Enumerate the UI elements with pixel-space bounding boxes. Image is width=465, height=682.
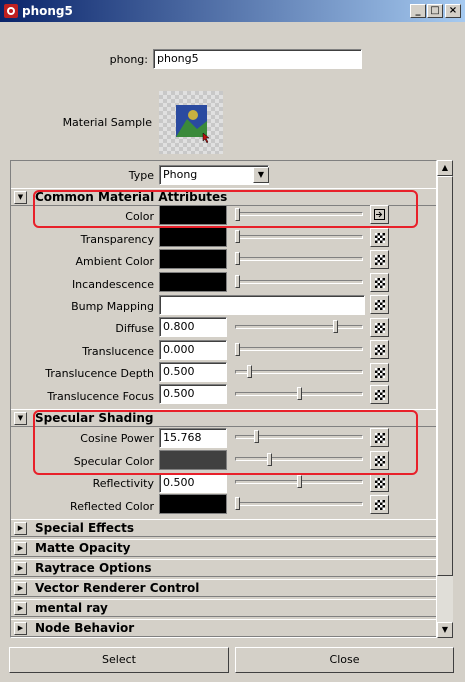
incandescence-slider[interactable]: [235, 280, 363, 284]
collapse-arrow-icon[interactable]: ▼: [14, 191, 27, 204]
scroll-down-icon[interactable]: ▼: [437, 622, 453, 638]
bump-mapping-map-button[interactable]: [370, 295, 389, 314]
incandescence-swatch[interactable]: [159, 272, 227, 292]
translucence-focus-map-button[interactable]: [370, 385, 389, 404]
reflectivity-label: Reflectivity: [92, 477, 154, 490]
checker-map-icon: [375, 278, 385, 288]
reflected-color-swatch[interactable]: [159, 494, 227, 514]
reflected-color-slider-thumb[interactable]: [235, 497, 240, 510]
translucence-depth-map-button[interactable]: [370, 363, 389, 382]
minimize-button[interactable]: _: [410, 4, 426, 18]
expand-arrow-icon[interactable]: ▶: [14, 622, 27, 635]
section-title: Raytrace Options: [35, 561, 152, 575]
reflected-color-map-button[interactable]: [370, 495, 389, 514]
scrollbar-thumb[interactable]: [437, 176, 453, 576]
expand-arrow-icon[interactable]: ▶: [14, 582, 27, 595]
close-button[interactable]: Close: [235, 647, 454, 673]
dropdown-arrow-icon[interactable]: ▼: [253, 167, 269, 183]
diffuse-slider-thumb[interactable]: [333, 320, 338, 333]
incandescence-map-button[interactable]: [370, 273, 389, 292]
checker-map-icon: [375, 500, 385, 510]
checker-map-icon: [375, 345, 385, 355]
section-vector-renderer[interactable]: ▶ Vector Renderer Control: [11, 579, 436, 597]
translucence-label: Translucence: [82, 345, 154, 358]
translucence-slider-thumb[interactable]: [235, 343, 240, 356]
ambient-color-map-button[interactable]: [370, 250, 389, 269]
checker-map-icon: [375, 300, 385, 310]
section-raytrace-options[interactable]: ▶ Raytrace Options: [11, 559, 436, 577]
material-sample-label: Material Sample: [62, 116, 152, 129]
collapse-arrow-icon[interactable]: ▼: [14, 412, 27, 425]
checker-map-icon: [375, 478, 385, 488]
type-label: Type: [128, 169, 154, 182]
reflectivity-map-button[interactable]: [370, 473, 389, 492]
checker-map-icon: [375, 390, 385, 400]
highlight-specular-shading: [33, 410, 418, 475]
section-mental-ray[interactable]: ▶ mental ray: [11, 599, 436, 617]
ambient-color-swatch[interactable]: [159, 249, 227, 269]
expand-arrow-icon[interactable]: ▶: [14, 542, 27, 555]
title-bar[interactable]: phong5 _ □ ×: [0, 0, 465, 22]
expand-arrow-icon[interactable]: ▶: [14, 602, 27, 615]
translucence-depth-label: Translucence Depth: [45, 367, 154, 380]
highlight-common-color: [33, 190, 418, 228]
translucence-depth-slider-thumb[interactable]: [247, 365, 252, 378]
translucence-depth-slider[interactable]: [235, 370, 363, 374]
checker-map-icon: [375, 255, 385, 265]
section-node-behavior[interactable]: ▶ Node Behavior: [11, 619, 436, 637]
transparency-label: Transparency: [80, 233, 154, 246]
transparency-slider-thumb[interactable]: [235, 230, 240, 243]
transparency-slider[interactable]: [235, 235, 363, 239]
transparency-swatch[interactable]: [159, 227, 227, 247]
maximize-button[interactable]: □: [427, 4, 443, 18]
checker-map-icon: [375, 368, 385, 378]
translucence-focus-label: Translucence Focus: [47, 390, 154, 403]
section-title: Special Effects: [35, 521, 135, 535]
bump-mapping-field[interactable]: [159, 295, 365, 315]
reflected-color-label: Reflected Color: [70, 500, 154, 513]
section-title: Vector Renderer Control: [35, 581, 200, 595]
diffuse-field[interactable]: 0.800: [159, 317, 227, 337]
section-special-effects[interactable]: ▶ Special Effects: [11, 519, 436, 537]
scroll-up-icon[interactable]: ▲: [437, 160, 453, 176]
attribute-panel[interactable]: Type Phong ▼ ▼ Common Material Attribute…: [10, 160, 437, 638]
phong-name-label: phong:: [109, 53, 148, 66]
translucence-field[interactable]: 0.000: [159, 340, 227, 360]
section-title: Node Behavior: [35, 621, 135, 635]
incandescence-slider-thumb[interactable]: [235, 275, 240, 288]
reflectivity-slider-thumb[interactable]: [297, 475, 302, 488]
ambient-color-slider-thumb[interactable]: [235, 252, 240, 265]
translucence-focus-slider-thumb[interactable]: [297, 387, 302, 400]
ambient-color-label: Ambient Color: [75, 255, 154, 268]
incandescence-label: Incandescence: [71, 278, 154, 291]
close-window-button[interactable]: ×: [445, 4, 461, 18]
diffuse-slider[interactable]: [235, 325, 363, 329]
expand-arrow-icon[interactable]: ▶: [14, 562, 27, 575]
transparency-map-button[interactable]: [370, 228, 389, 247]
translucence-focus-field[interactable]: 0.500: [159, 384, 227, 404]
section-matte-opacity[interactable]: ▶ Matte Opacity: [11, 539, 436, 557]
translucence-map-button[interactable]: [370, 340, 389, 359]
bump-mapping-label: Bump Mapping: [71, 300, 154, 313]
checker-map-icon: [375, 233, 385, 243]
translucence-depth-field[interactable]: 0.500: [159, 362, 227, 382]
type-value: Phong: [163, 168, 198, 181]
diffuse-map-button[interactable]: [370, 318, 389, 337]
window-title: phong5: [22, 4, 73, 18]
select-button[interactable]: Select: [9, 647, 229, 673]
ambient-color-slider[interactable]: [235, 257, 363, 261]
diffuse-label: Diffuse: [115, 322, 154, 335]
vertical-scrollbar[interactable]: ▲ ▼: [437, 160, 453, 638]
reflected-color-slider[interactable]: [235, 502, 363, 506]
phong-name-field[interactable]: phong5: [153, 49, 362, 69]
expand-arrow-icon[interactable]: ▶: [14, 522, 27, 535]
section-title: Matte Opacity: [35, 541, 131, 555]
checker-map-icon: [375, 323, 385, 333]
section-title: mental ray: [35, 601, 108, 615]
translucence-slider[interactable]: [235, 347, 363, 351]
reflectivity-field[interactable]: 0.500: [159, 473, 227, 493]
material-sample-swatch[interactable]: [159, 91, 223, 154]
maya-app-icon: [3, 3, 19, 19]
